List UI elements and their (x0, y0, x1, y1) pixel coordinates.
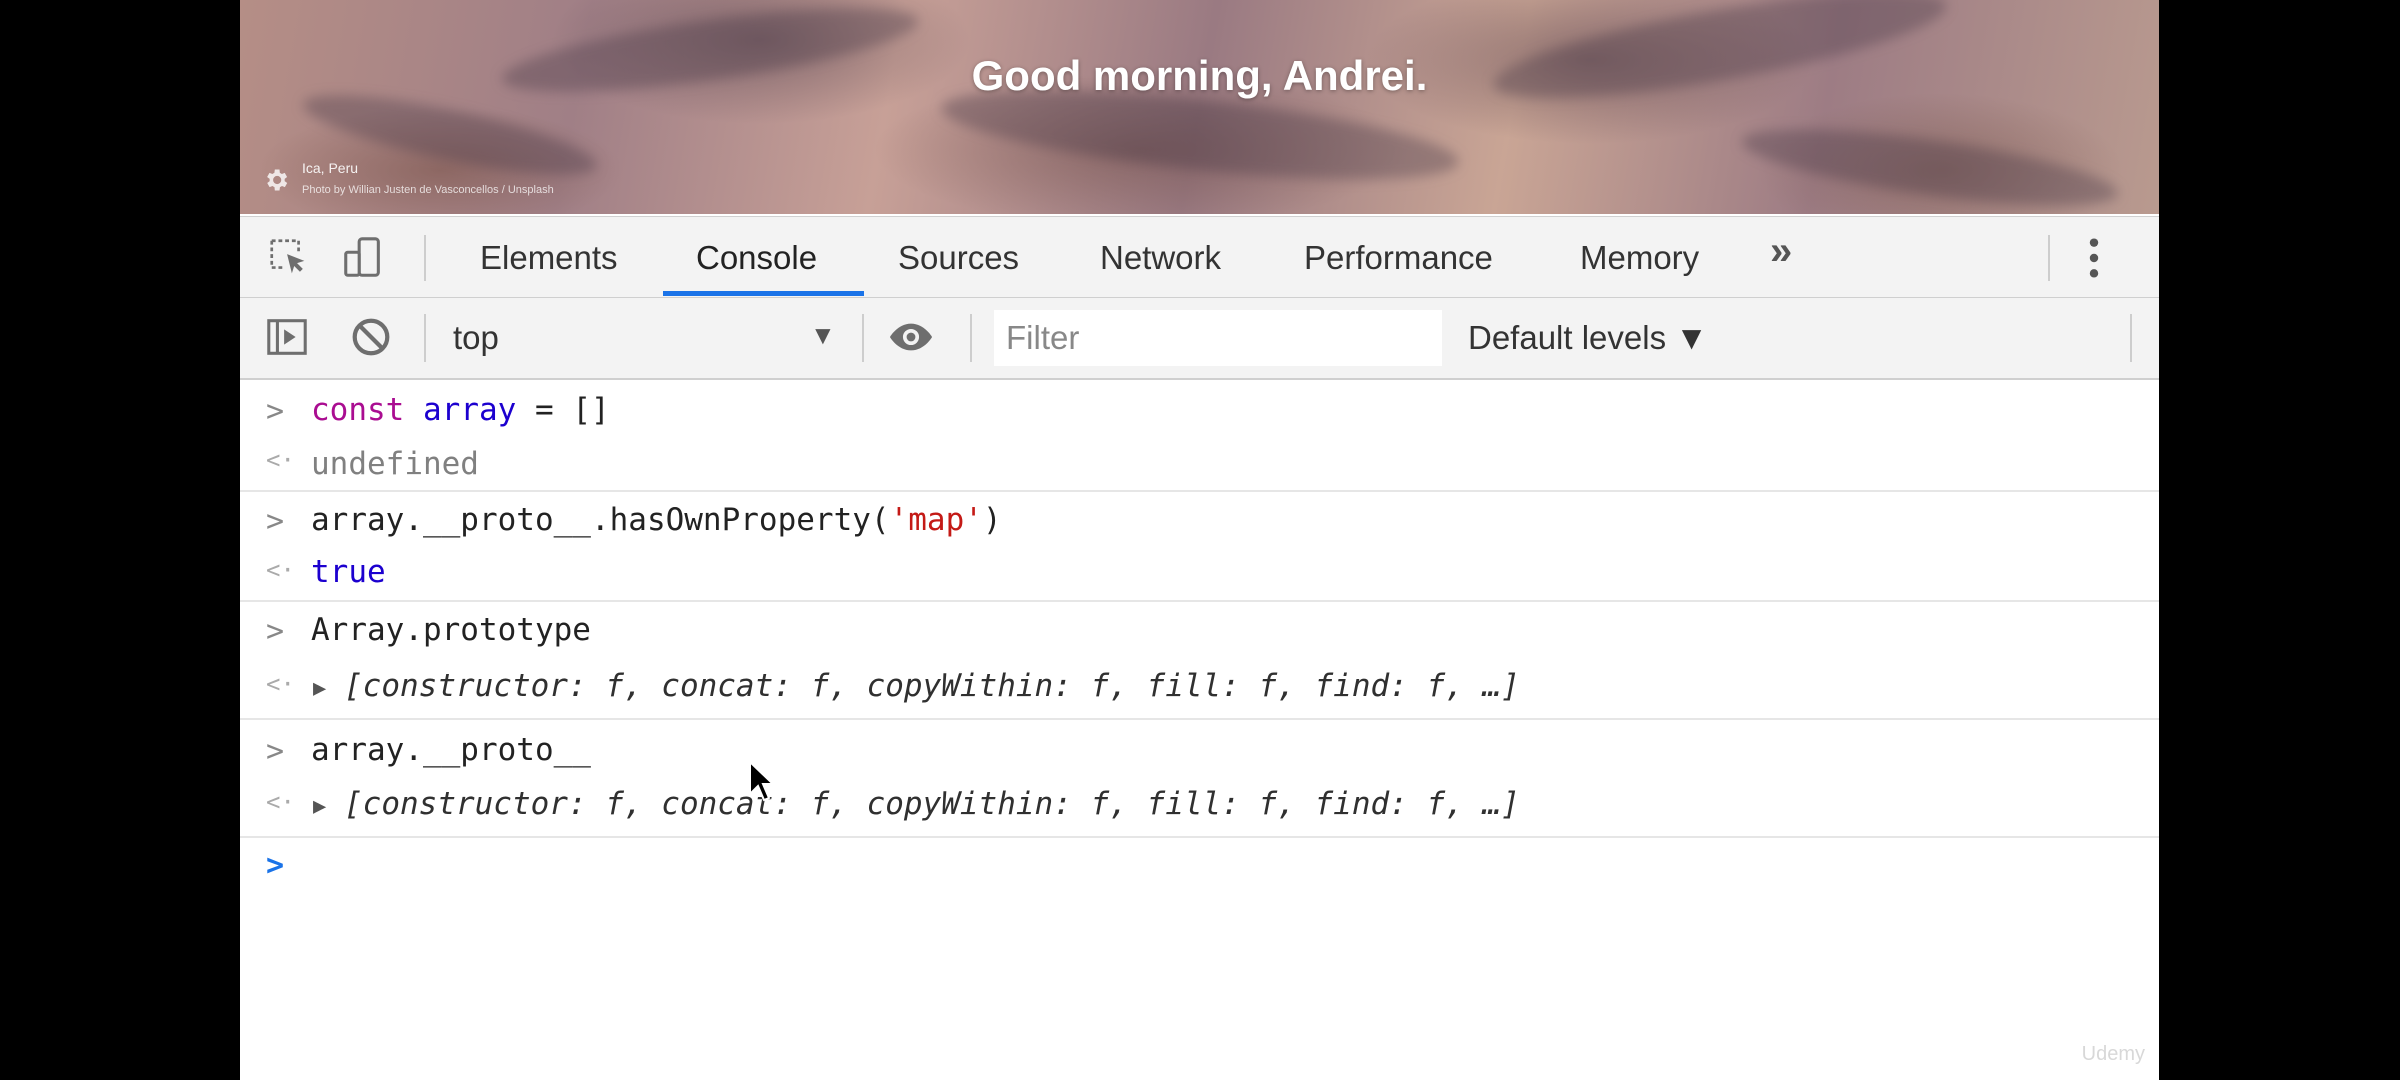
console-input-line[interactable]: array.__proto__ (311, 732, 591, 768)
photo-location: Ica, Peru (302, 160, 359, 176)
devtools-tabbar: Elements Console Sources Network Perform… (240, 216, 2159, 299)
tab-sources[interactable]: Sources (898, 239, 1019, 277)
watermark: Udemy (2081, 1043, 2145, 1065)
toolbar-divider (424, 314, 426, 362)
code-operator: = (535, 392, 554, 428)
toolbar-divider (2048, 235, 2050, 281)
tab-performance[interactable]: Performance (1304, 239, 1493, 277)
input-prompt-icon: > (266, 734, 285, 769)
tab-elements[interactable]: Elements (480, 239, 618, 277)
device-toolbar-icon[interactable] (340, 235, 386, 281)
input-prompt-icon: > (266, 504, 285, 539)
filter-input[interactable] (994, 310, 1426, 366)
output-arrow-icon: <· (266, 556, 295, 584)
output-arrow-icon: <· (266, 670, 295, 698)
chevron-down-icon[interactable]: ▼ (810, 320, 836, 351)
tab-network[interactable]: Network (1100, 239, 1221, 277)
input-prompt-icon: > (266, 394, 285, 429)
console-toolbar: top ▼ Default levels ▼ (240, 298, 2159, 380)
console-output[interactable]: > const array = [] <· undefined > array.… (240, 380, 2159, 1080)
more-tabs-icon[interactable]: » (1770, 229, 1792, 274)
live-expression-eye-icon[interactable] (888, 314, 934, 360)
tab-memory[interactable]: Memory (1580, 239, 1699, 277)
filter-field[interactable] (994, 310, 1442, 366)
toolbar-divider (862, 314, 864, 362)
message-divider (240, 836, 2159, 838)
inspect-element-icon[interactable] (266, 235, 312, 281)
console-prompt-input[interactable] (311, 846, 2011, 890)
output-arrow-icon: <· (266, 788, 295, 816)
clear-console-icon[interactable] (348, 314, 394, 360)
photo-credit[interactable]: Photo by Willian Justen de Vasconcellos … (302, 184, 554, 196)
active-prompt-icon: > (266, 848, 285, 883)
sidebar-toggle-icon[interactable] (264, 314, 310, 360)
tab-console[interactable]: Console (696, 239, 817, 277)
output-arrow-icon: <· (266, 446, 295, 474)
input-prompt-icon: > (266, 614, 285, 649)
toolbar-divider (424, 235, 426, 281)
toolbar-divider (970, 314, 972, 362)
more-vert-icon[interactable] (2084, 235, 2104, 281)
console-input-line[interactable]: Array.prototype (311, 612, 591, 648)
message-divider (240, 490, 2159, 492)
code-identifier: array (423, 392, 517, 428)
expand-triangle-icon[interactable]: ▶ (313, 676, 326, 701)
active-tab-indicator (663, 291, 864, 296)
console-result-object[interactable]: [constructor: f, concat: f, copyWithin: … (344, 786, 1520, 822)
console-result: undefined (311, 446, 479, 482)
console-input-line[interactable]: const array = [] (311, 392, 610, 428)
greeting-text: Good morning, Andrei. (971, 52, 1428, 99)
console-input-line[interactable]: array.__proto__.hasOwnProperty('map') (311, 502, 1002, 538)
code-expression: array.__proto__.hasOwnProperty( (311, 502, 890, 538)
log-levels-dropdown[interactable]: Default levels ▼ (1468, 319, 1708, 357)
context-select[interactable]: top (453, 319, 499, 357)
message-divider (240, 718, 2159, 720)
code-paren: ) (982, 502, 1002, 538)
console-result-object[interactable]: [constructor: f, concat: f, copyWithin: … (344, 668, 1520, 704)
new-tab-banner: Good morning, Andrei. Ica, Peru Photo by… (240, 0, 2159, 214)
code-literal: [] (572, 392, 610, 428)
toolbar-divider (2130, 314, 2132, 362)
message-divider (240, 600, 2159, 602)
console-result: true (311, 554, 386, 590)
code-string: 'map' (889, 502, 983, 538)
gear-icon[interactable] (262, 166, 290, 194)
browser-frame: Good morning, Andrei. Ica, Peru Photo by… (240, 0, 2159, 1080)
code-keyword: const (311, 392, 405, 428)
mouse-cursor-icon (749, 760, 774, 802)
expand-triangle-icon[interactable]: ▶ (313, 794, 326, 819)
